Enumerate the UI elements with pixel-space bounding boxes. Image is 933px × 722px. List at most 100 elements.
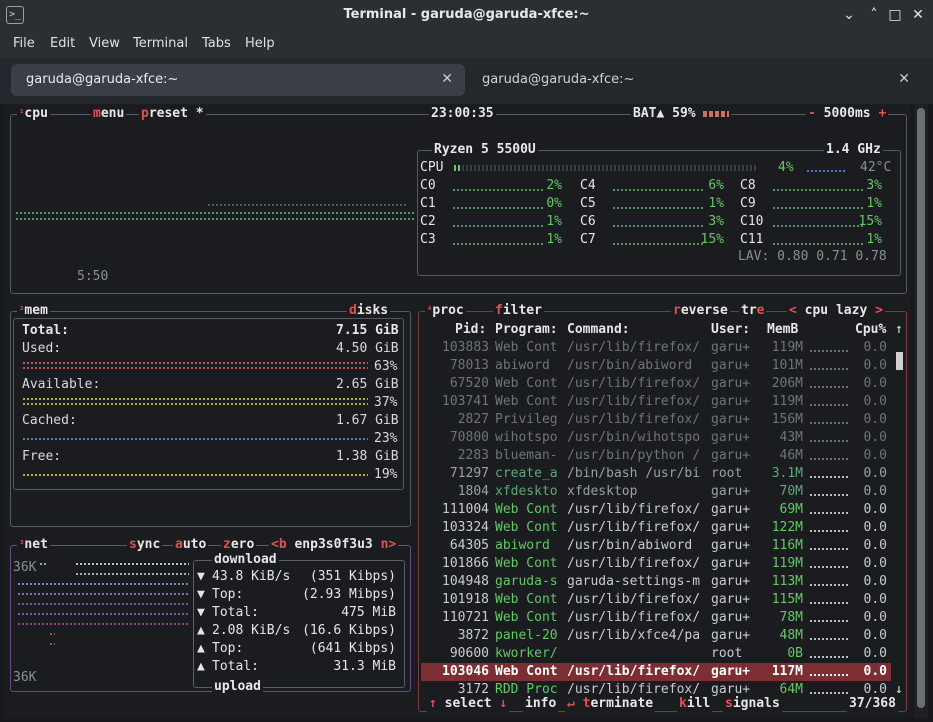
process-cpu: 0.0: [863, 484, 887, 499]
proc-scroll-thumb[interactable]: [896, 352, 903, 370]
upload-arrow-icon: ▲: [197, 641, 205, 656]
process-row[interactable]: 103741 Web Cont/usr/lib/firefox/garu+ 119M…: [421, 393, 891, 411]
process-row[interactable]: 1804 xfdeskto xfdesktop garu+ 70M 0.0: [421, 483, 891, 501]
auto-toggle[interactable]: auto: [173, 537, 209, 553]
process-row[interactable]: 67520 Web Cont/usr/lib/firefox/garu+ 206M 0…: [421, 375, 891, 393]
menu-help[interactable]: Help: [245, 36, 275, 51]
tree-toggle[interactable]: tre: [739, 303, 767, 319]
mem-cached-label: Cached:: [22, 413, 77, 428]
process-user: garu+: [711, 610, 751, 625]
process-row[interactable]: 90600 kworker/root 0B 0.0: [421, 645, 891, 663]
process-row[interactable]: 71297 create_a/bin/bash /usr/bi root 3.1M 0.…: [421, 465, 891, 483]
menu-edit[interactable]: Edit: [50, 36, 75, 51]
menu-file[interactable]: File: [13, 36, 35, 51]
kill-action[interactable]: kill: [677, 696, 713, 712]
process-pid: 2827: [457, 412, 489, 427]
mem-cached-value: 1.67 GiB: [336, 413, 399, 428]
column-cpu[interactable]: Cpu%: [855, 322, 886, 338]
process-row[interactable]: 64305 abiword/usr/bin/abiword garu+ 116M 0.0: [421, 537, 891, 555]
scroll-up-icon[interactable]: ↑: [895, 322, 903, 338]
process-row[interactable]: 110721 Web Cont/usr/lib/firefox/garu+ 78M 0…: [421, 609, 891, 627]
process-program: Web Cont: [495, 556, 558, 571]
core-label: C2: [420, 214, 436, 229]
filter-toggle[interactable]: filter: [493, 303, 544, 319]
mem-free-percent: 19%: [374, 467, 398, 482]
cpu-temp-graph: [806, 169, 846, 174]
process-pid: 103883: [442, 340, 489, 355]
terminate-action[interactable]: ↵ terminate: [565, 696, 656, 712]
process-row[interactable]: 101866 Web Cont/usr/lib/firefox/garu+ 119M…: [421, 555, 891, 573]
tab-close-icon[interactable]: ✕: [898, 71, 910, 87]
core-graph: [452, 242, 544, 247]
mem-cached-percent: 23%: [374, 431, 398, 446]
process-mem: 113M: [771, 574, 803, 589]
column-mem[interactable]: MemB: [767, 322, 798, 338]
disks-toggle[interactable]: disks: [347, 303, 391, 319]
core-graph: [612, 224, 704, 229]
scrollbar-thumb[interactable]: [917, 108, 925, 708]
process-cpu: 0.0: [863, 448, 887, 463]
tab-active[interactable]: garuda@garuda-xfce:~ ✕: [11, 64, 465, 96]
mem-used-meter: [22, 366, 368, 371]
process-command: /usr/bin/abiword: [567, 538, 693, 553]
process-cpu-graph: [809, 475, 849, 480]
upload-graph: [49, 632, 55, 637]
process-pid: 1804: [457, 484, 489, 499]
core-label: C1: [420, 196, 436, 211]
close-window-button[interactable]: ✕: [909, 6, 927, 24]
process-row[interactable]: 103883 Web Cont/usr/lib/firefox/garu+ 119M…: [421, 339, 891, 357]
signals-action[interactable]: signals: [723, 696, 782, 712]
interface-selector[interactable]: <b enp3s0f3u3 n>: [269, 537, 399, 553]
process-row[interactable]: 101918 Web Cont/usr/lib/firefox/garu+ 115M…: [421, 591, 891, 609]
sort-selector[interactable]: < cpu lazy >: [787, 303, 885, 319]
minimize-button[interactable]: ⌄: [840, 6, 858, 24]
column-program[interactable]: Program:: [495, 322, 558, 338]
mem-available-percent: 37%: [374, 395, 398, 410]
update-interval[interactable]: - 5000ms +: [806, 106, 889, 122]
process-cpu: 0.0: [863, 574, 887, 589]
process-row[interactable]: 3872 panel-20/usr/lib/xfce4/pa garu+ 48M 0.0: [421, 627, 891, 645]
info-action[interactable]: info: [523, 696, 559, 712]
process-cpu-graph: [809, 385, 849, 390]
net-stat-value: (641 Kibps): [309, 641, 396, 656]
process-cpu: 0.0: [863, 628, 887, 643]
process-user: garu+: [711, 538, 751, 553]
process-pid: 67520: [449, 376, 489, 391]
process-row[interactable]: 78013 abiword/usr/bin/abiword garu+ 101M 0.0: [421, 357, 891, 375]
tab-inactive[interactable]: garuda@garuda-xfce:~ ✕: [470, 64, 922, 96]
process-row[interactable]: 103324 Web Cont/usr/lib/firefox/garu+ 122M…: [421, 519, 891, 537]
menu-terminal[interactable]: Terminal: [133, 36, 188, 51]
process-row[interactable]: 2283 blueman- /usr/bin/python / garu+ 46M 0.0: [421, 447, 891, 465]
tab-close-icon[interactable]: ✕: [441, 71, 453, 87]
zero-toggle[interactable]: zero: [221, 537, 257, 553]
process-program: blueman-: [495, 448, 558, 463]
process-cpu-graph: [809, 457, 849, 462]
process-row[interactable]: 104948 garuda-s garuda-settings-m garu+ 113M…: [421, 573, 891, 591]
process-program: wihotspo: [495, 430, 558, 445]
process-pid: 111004: [442, 502, 489, 517]
column-command[interactable]: Command:: [567, 322, 630, 338]
preset-toggle[interactable]: preset *: [139, 106, 206, 122]
process-command: /usr/lib/firefox/: [567, 340, 701, 355]
column-user[interactable]: User:: [711, 322, 750, 338]
maximize-button[interactable]: □: [886, 6, 904, 24]
reverse-toggle[interactable]: reverse: [671, 303, 730, 319]
terminal-viewport[interactable]: ¹cpu menu preset * 23:00:35 BAT▲ 59% - 5…: [4, 104, 911, 718]
restore-button[interactable]: ˄: [865, 6, 883, 24]
select-action[interactable]: ↑ select ↓: [427, 696, 510, 712]
menu-view[interactable]: View: [89, 36, 120, 51]
menu-tabs[interactable]: Tabs: [202, 36, 231, 51]
process-pid: 71297: [449, 466, 489, 481]
terminal-scrollbar[interactable]: [914, 104, 928, 718]
upload-arrow-icon: ▲: [197, 659, 205, 674]
process-mem: 101M: [771, 358, 803, 373]
column-pid[interactable]: Pid:: [455, 322, 486, 338]
menu-toggle[interactable]: menu: [91, 106, 127, 122]
process-row[interactable]: 2827 Privileg/usr/lib/firefox/garu+ 156M 0.…: [421, 411, 891, 429]
core-graph: [772, 188, 864, 193]
process-user: garu+: [711, 574, 751, 589]
process-row[interactable]: 111004 Web Cont/usr/lib/firefox/garu+ 69M 0…: [421, 501, 891, 519]
process-row[interactable]: 70800 wihotspo/usr/bin/wihotspo garu+ 43M 0.…: [421, 429, 891, 447]
process-row-selected[interactable]: 103046 Web Cont/usr/lib/firefox/garu+ 117M…: [421, 663, 891, 681]
sync-toggle[interactable]: sync: [127, 537, 163, 553]
